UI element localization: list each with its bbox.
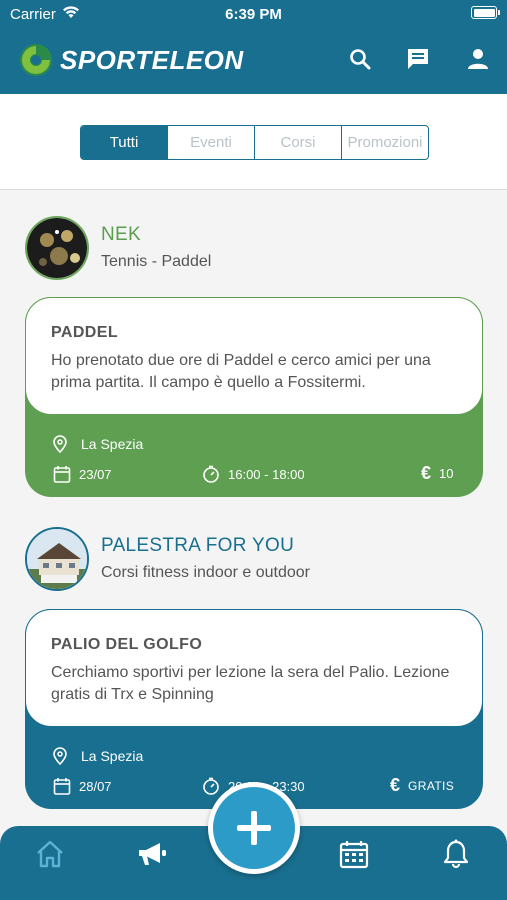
bell-icon[interactable] [440, 838, 472, 870]
battery-icon [471, 6, 500, 19]
tab-corsi[interactable]: Corsi [254, 126, 341, 159]
event-price: € 10 [421, 463, 453, 484]
event-location: La Spezia [53, 435, 143, 453]
clock: 6:39 PM [225, 6, 282, 23]
event-title: PALIO DEL GOLFO [51, 636, 203, 653]
event-date: 28/07 [53, 777, 112, 795]
tab-promozioni[interactable]: Promozioni [341, 126, 428, 159]
tab-eventi[interactable]: Eventi [167, 126, 254, 159]
megaphone-icon[interactable] [136, 838, 168, 870]
date-label: 23/07 [79, 466, 112, 482]
date-label: 28/07 [79, 778, 112, 794]
post-header[interactable]: PALESTRA FOR YOU Corsi fitness indoor e … [25, 527, 475, 593]
event-title: PADDEL [51, 324, 118, 341]
user-icon[interactable] [463, 44, 493, 74]
time-label: 16:00 - 18:00 [228, 466, 305, 482]
search-icon[interactable] [345, 44, 375, 74]
filter-bar: Tutti Eventi Corsi Promozioni [0, 94, 507, 190]
event-card-body: PALIO DEL GOLFO Cerchiamo sportivi per l… [25, 609, 483, 727]
avatar[interactable] [25, 527, 89, 591]
sporteleon-logo-icon [20, 44, 52, 76]
timer-icon [203, 777, 219, 795]
post-subtitle: Corsi fitness indoor e outdoor [101, 564, 310, 581]
app-header: Carrier 6:39 PM SPORTELEON [0, 0, 507, 94]
chat-icon[interactable] [403, 44, 433, 74]
timer-icon [203, 465, 219, 483]
brand-logo: SPORTELEON [18, 40, 244, 80]
brand-name: SPORTELEON [60, 44, 244, 75]
filter-segmented-control: Tutti Eventi Corsi Promozioni [80, 125, 429, 160]
status-bar: Carrier 6:39 PM [0, 0, 507, 28]
price-label: GRATIS [408, 778, 455, 793]
post-subtitle: Tennis - Paddel [101, 253, 212, 270]
location-pin-icon [53, 747, 67, 765]
add-icon [237, 811, 271, 845]
avatar[interactable] [25, 216, 89, 280]
post-author: NEK [101, 224, 141, 245]
event-price: € GRATIS [390, 775, 454, 796]
post-author: PALESTRA FOR YOU [101, 535, 295, 556]
calendar-icon [53, 466, 71, 483]
euro-icon: € [421, 463, 432, 483]
home-icon[interactable] [34, 838, 66, 870]
location-pin-icon [53, 435, 67, 453]
calendar-icon [53, 778, 71, 795]
event-description: Ho prenotato due ore di Paddel e cerco a… [51, 352, 431, 391]
event-time: 16:00 - 18:00 [202, 465, 305, 483]
event-card-body: PADDEL Ho prenotato due ore di Paddel e … [25, 297, 483, 415]
tab-tutti[interactable]: Tutti [81, 126, 167, 159]
euro-icon: € [390, 775, 401, 795]
event-card[interactable]: PALIO DEL GOLFO Cerchiamo sportivi per l… [25, 609, 483, 809]
calendar-nav-icon[interactable] [338, 838, 370, 870]
event-date: 23/07 [53, 465, 112, 483]
price-label: 10 [439, 466, 454, 481]
event-location: La Spezia [53, 747, 143, 765]
post-header[interactable]: NEK Tennis - Paddel [25, 216, 475, 282]
event-card[interactable]: PADDEL Ho prenotato due ore di Paddel e … [25, 297, 483, 497]
location-label: La Spezia [81, 436, 144, 452]
add-button[interactable] [213, 787, 295, 869]
location-label: La Spezia [81, 748, 144, 764]
event-description: Cerchiamo sportivi per lezione la sera d… [51, 664, 450, 703]
